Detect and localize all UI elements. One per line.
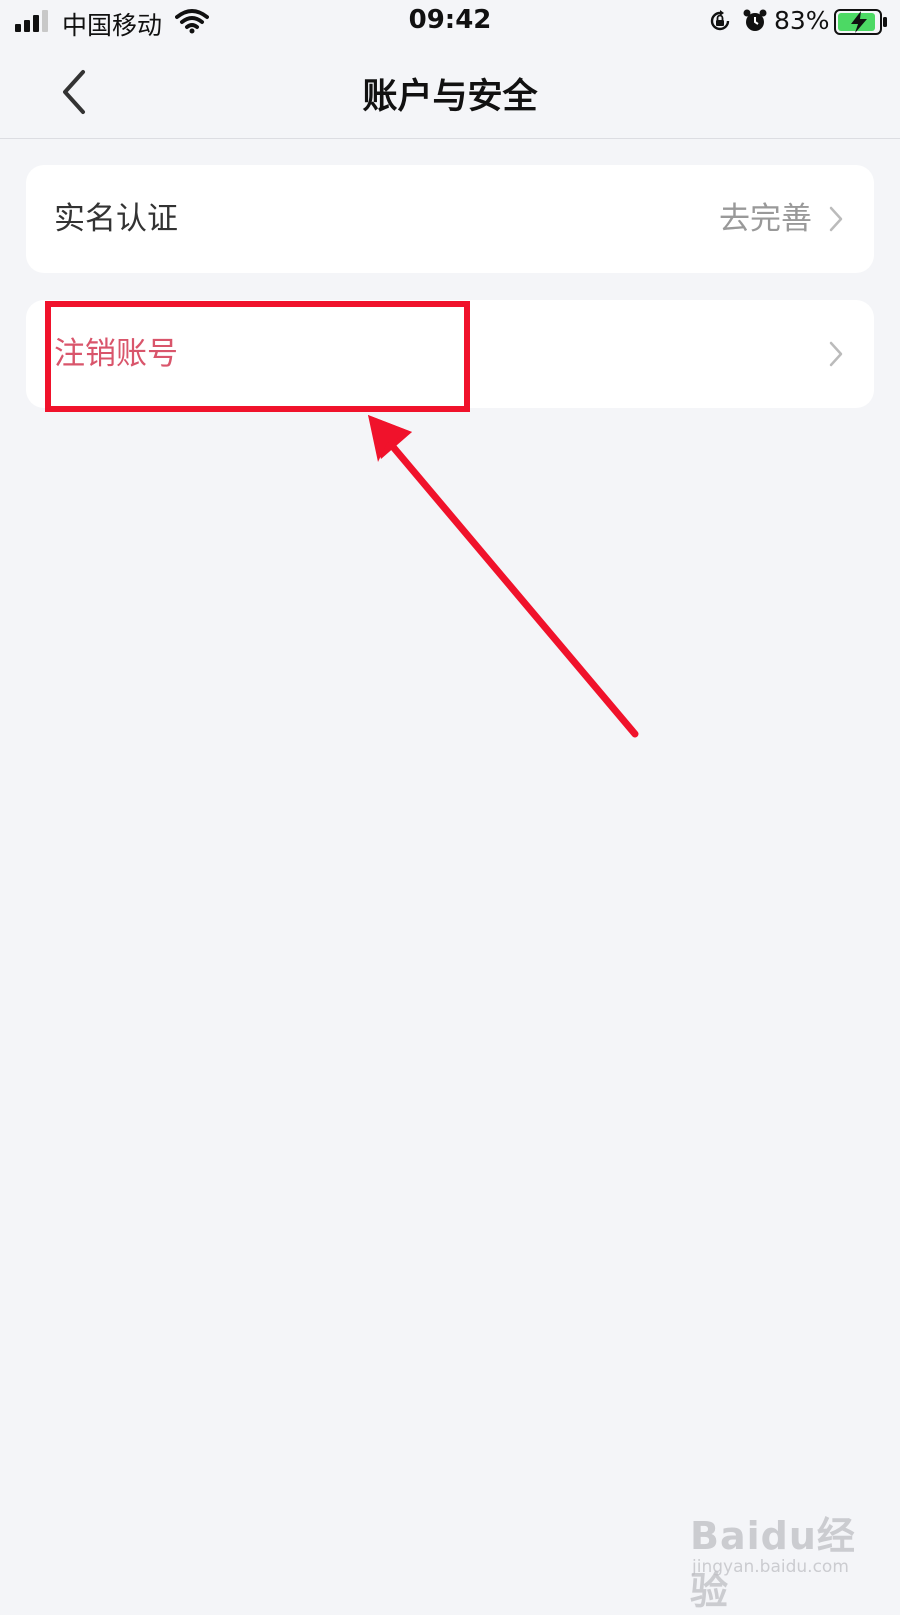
battery-charging-icon — [834, 9, 887, 35]
page-title: 账户与安全 — [362, 77, 538, 117]
status-bar: 中国移动 09:42 83% — [0, 0, 900, 46]
rotation-lock-icon — [710, 10, 730, 31]
alarm-icon — [743, 9, 767, 31]
annotation-highlight-box — [45, 301, 470, 412]
watermark-url: jingyan.baidu.com — [692, 1557, 849, 1577]
navigation-bar: 账户与安全 — [0, 46, 900, 139]
watermark: Baidu经验 jingyan.baidu.com — [690, 1505, 890, 1613]
menu-item-value: 去完善 — [719, 201, 812, 237]
chevron-right-icon — [829, 206, 843, 232]
menu-item-label: 实名认证 — [54, 201, 178, 237]
menu-item-real-name-verification[interactable]: 实名认证 去完善 — [26, 165, 874, 273]
battery-percentage: 83% — [774, 6, 830, 35]
chevron-right-icon — [829, 341, 843, 367]
